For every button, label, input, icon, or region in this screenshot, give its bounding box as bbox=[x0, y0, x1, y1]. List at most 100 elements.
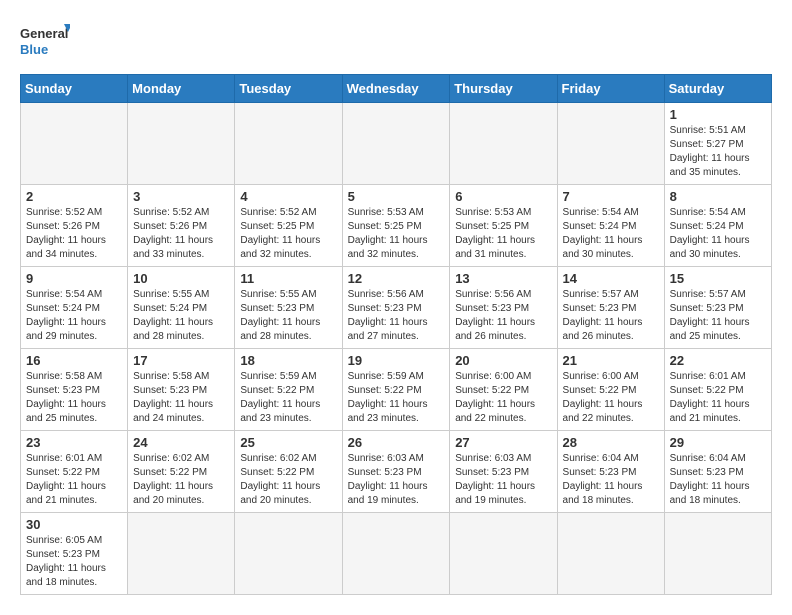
calendar-cell: 2 Sunrise: 5:52 AM Sunset: 5:26 PM Daylig… bbox=[21, 185, 128, 267]
calendar-cell: 22Sunrise: 6:01 AM Sunset: 5:22 PM Dayli… bbox=[664, 349, 771, 431]
calendar-cell bbox=[557, 513, 664, 595]
logo-svg: General Blue bbox=[20, 20, 70, 64]
calendar-cell: 25Sunrise: 6:02 AM Sunset: 5:22 PM Dayli… bbox=[235, 431, 342, 513]
calendar-cell bbox=[235, 103, 342, 185]
day-info: Sunrise: 5:56 AM Sunset: 5:23 PM Dayligh… bbox=[455, 288, 551, 344]
day-info: Sunrise: 5:58 AM Sunset: 5:23 PM Dayligh… bbox=[133, 370, 229, 426]
weekday-header: Tuesday bbox=[235, 75, 342, 103]
calendar-cell: 23 Sunrise: 6:01 AM Sunset: 5:22 PM Dayli… bbox=[21, 431, 128, 513]
calendar-cell: 28 Sunrise: 6:04 AM Sunset: 5:23 PM Dayli… bbox=[557, 431, 664, 513]
day-number: 1 bbox=[670, 107, 766, 122]
day-number: 19 bbox=[348, 353, 445, 368]
calendar-cell: 18Sunrise: 5:59 AM Sunset: 5:22 PM Dayli… bbox=[235, 349, 342, 431]
weekday-header-row: SundayMondayTuesdayWednesdayThursdayFrid… bbox=[21, 75, 772, 103]
calendar-cell: 4Sunrise: 5:52 AM Sunset: 5:25 PM Daylig… bbox=[235, 185, 342, 267]
calendar-cell: 5 Sunrise: 5:53 AM Sunset: 5:25 PM Daylig… bbox=[342, 185, 450, 267]
calendar-cell bbox=[128, 513, 235, 595]
day-info: Sunrise: 6:04 AM Sunset: 5:23 PM Dayligh… bbox=[670, 452, 766, 508]
day-number: 23 bbox=[26, 435, 122, 450]
calendar-cell: 26 Sunrise: 6:03 AM Sunset: 5:23 PM Dayli… bbox=[342, 431, 450, 513]
calendar-cell: 19 Sunrise: 5:59 AM Sunset: 5:22 PM Dayli… bbox=[342, 349, 450, 431]
day-number: 28 bbox=[563, 435, 659, 450]
calendar-cell: 1Sunrise: 5:51 AM Sunset: 5:27 PM Daylig… bbox=[664, 103, 771, 185]
day-number: 10 bbox=[133, 271, 229, 286]
day-info: Sunrise: 5:52 AM Sunset: 5:25 PM Dayligh… bbox=[240, 206, 336, 262]
calendar-cell: 10 Sunrise: 5:55 AM Sunset: 5:24 PM Dayli… bbox=[128, 267, 235, 349]
calendar-week-row: 30 Sunrise: 6:05 AM Sunset: 5:23 PM Dayli… bbox=[21, 513, 772, 595]
calendar-cell: 20 Sunrise: 6:00 AM Sunset: 5:22 PM Dayli… bbox=[450, 349, 557, 431]
calendar-cell bbox=[128, 103, 235, 185]
day-info: Sunrise: 5:59 AM Sunset: 5:22 PM Dayligh… bbox=[240, 370, 336, 426]
day-info: Sunrise: 5:57 AM Sunset: 5:23 PM Dayligh… bbox=[670, 288, 766, 344]
day-number: 2 bbox=[26, 189, 122, 204]
day-number: 20 bbox=[455, 353, 551, 368]
day-number: 9 bbox=[26, 271, 122, 286]
day-number: 24 bbox=[133, 435, 229, 450]
calendar-week-row: 23 Sunrise: 6:01 AM Sunset: 5:22 PM Dayli… bbox=[21, 431, 772, 513]
day-info: Sunrise: 5:54 AM Sunset: 5:24 PM Dayligh… bbox=[26, 288, 122, 344]
day-info: Sunrise: 6:05 AM Sunset: 5:23 PM Dayligh… bbox=[26, 534, 122, 590]
weekday-header: Saturday bbox=[664, 75, 771, 103]
day-info: Sunrise: 6:04 AM Sunset: 5:23 PM Dayligh… bbox=[563, 452, 659, 508]
calendar-cell: 14Sunrise: 5:57 AM Sunset: 5:23 PM Dayli… bbox=[557, 267, 664, 349]
day-number: 3 bbox=[133, 189, 229, 204]
day-number: 21 bbox=[563, 353, 659, 368]
calendar-week-row: 1Sunrise: 5:51 AM Sunset: 5:27 PM Daylig… bbox=[21, 103, 772, 185]
weekday-header: Thursday bbox=[450, 75, 557, 103]
day-info: Sunrise: 5:59 AM Sunset: 5:22 PM Dayligh… bbox=[348, 370, 445, 426]
logo: General Blue bbox=[20, 20, 70, 64]
day-number: 12 bbox=[348, 271, 445, 286]
calendar-cell: 24 Sunrise: 6:02 AM Sunset: 5:22 PM Dayli… bbox=[128, 431, 235, 513]
day-info: Sunrise: 5:53 AM Sunset: 5:25 PM Dayligh… bbox=[455, 206, 551, 262]
day-info: Sunrise: 6:00 AM Sunset: 5:22 PM Dayligh… bbox=[563, 370, 659, 426]
day-number: 6 bbox=[455, 189, 551, 204]
day-info: Sunrise: 5:54 AM Sunset: 5:24 PM Dayligh… bbox=[670, 206, 766, 262]
day-info: Sunrise: 5:52 AM Sunset: 5:26 PM Dayligh… bbox=[133, 206, 229, 262]
calendar-cell bbox=[557, 103, 664, 185]
day-info: Sunrise: 5:55 AM Sunset: 5:23 PM Dayligh… bbox=[240, 288, 336, 344]
calendar-cell bbox=[21, 103, 128, 185]
weekday-header: Wednesday bbox=[342, 75, 450, 103]
svg-text:Blue: Blue bbox=[20, 42, 48, 57]
calendar-cell bbox=[235, 513, 342, 595]
day-info: Sunrise: 6:01 AM Sunset: 5:22 PM Dayligh… bbox=[26, 452, 122, 508]
calendar-cell: 17 Sunrise: 5:58 AM Sunset: 5:23 PM Dayli… bbox=[128, 349, 235, 431]
day-number: 13 bbox=[455, 271, 551, 286]
calendar-cell: 7Sunrise: 5:54 AM Sunset: 5:24 PM Daylig… bbox=[557, 185, 664, 267]
day-number: 26 bbox=[348, 435, 445, 450]
day-number: 15 bbox=[670, 271, 766, 286]
day-info: Sunrise: 6:03 AM Sunset: 5:23 PM Dayligh… bbox=[348, 452, 445, 508]
day-info: Sunrise: 5:53 AM Sunset: 5:25 PM Dayligh… bbox=[348, 206, 445, 262]
day-info: Sunrise: 5:58 AM Sunset: 5:23 PM Dayligh… bbox=[26, 370, 122, 426]
calendar-week-row: 16 Sunrise: 5:58 AM Sunset: 5:23 PM Dayli… bbox=[21, 349, 772, 431]
calendar-table: SundayMondayTuesdayWednesdayThursdayFrid… bbox=[20, 74, 772, 595]
day-info: Sunrise: 6:02 AM Sunset: 5:22 PM Dayligh… bbox=[240, 452, 336, 508]
weekday-header: Sunday bbox=[21, 75, 128, 103]
day-number: 30 bbox=[26, 517, 122, 532]
day-info: Sunrise: 6:00 AM Sunset: 5:22 PM Dayligh… bbox=[455, 370, 551, 426]
calendar-cell bbox=[450, 513, 557, 595]
day-info: Sunrise: 6:03 AM Sunset: 5:23 PM Dayligh… bbox=[455, 452, 551, 508]
day-number: 17 bbox=[133, 353, 229, 368]
day-info: Sunrise: 5:55 AM Sunset: 5:24 PM Dayligh… bbox=[133, 288, 229, 344]
calendar-cell bbox=[450, 103, 557, 185]
day-info: Sunrise: 6:02 AM Sunset: 5:22 PM Dayligh… bbox=[133, 452, 229, 508]
calendar-cell: 30 Sunrise: 6:05 AM Sunset: 5:23 PM Dayli… bbox=[21, 513, 128, 595]
weekday-header: Monday bbox=[128, 75, 235, 103]
calendar-cell bbox=[342, 103, 450, 185]
calendar-cell: 16 Sunrise: 5:58 AM Sunset: 5:23 PM Dayli… bbox=[21, 349, 128, 431]
day-number: 16 bbox=[26, 353, 122, 368]
calendar-cell: 12 Sunrise: 5:56 AM Sunset: 5:23 PM Dayli… bbox=[342, 267, 450, 349]
day-info: Sunrise: 5:52 AM Sunset: 5:26 PM Dayligh… bbox=[26, 206, 122, 262]
calendar-week-row: 2 Sunrise: 5:52 AM Sunset: 5:26 PM Daylig… bbox=[21, 185, 772, 267]
svg-text:General: General bbox=[20, 26, 68, 41]
day-info: Sunrise: 5:57 AM Sunset: 5:23 PM Dayligh… bbox=[563, 288, 659, 344]
weekday-header: Friday bbox=[557, 75, 664, 103]
day-number: 29 bbox=[670, 435, 766, 450]
day-info: Sunrise: 5:56 AM Sunset: 5:23 PM Dayligh… bbox=[348, 288, 445, 344]
calendar-cell: 27Sunrise: 6:03 AM Sunset: 5:23 PM Dayli… bbox=[450, 431, 557, 513]
day-number: 11 bbox=[240, 271, 336, 286]
calendar-cell: 11 Sunrise: 5:55 AM Sunset: 5:23 PM Dayli… bbox=[235, 267, 342, 349]
day-number: 5 bbox=[348, 189, 445, 204]
calendar-cell bbox=[664, 513, 771, 595]
